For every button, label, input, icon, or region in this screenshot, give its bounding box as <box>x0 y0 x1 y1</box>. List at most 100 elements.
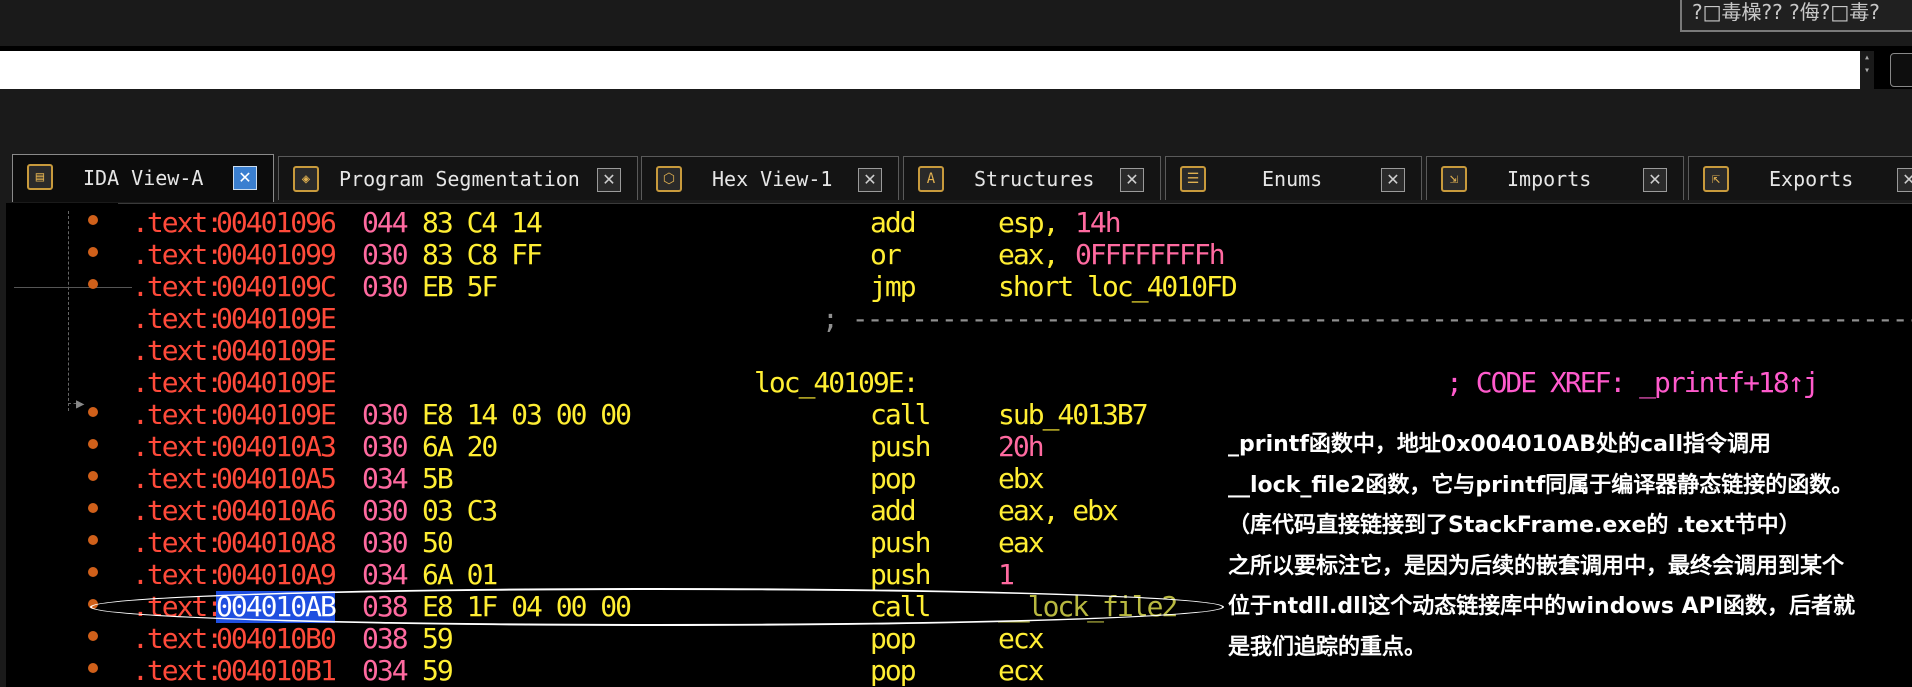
address[interactable]: 0040109E <box>216 399 337 431</box>
breakpoint-dot-icon[interactable] <box>88 215 98 225</box>
segmentation-icon: ◈ <box>293 166 319 192</box>
address[interactable]: 004010A9 <box>216 559 337 591</box>
operands[interactable]: eax, ebx <box>998 495 1119 527</box>
address[interactable]: 004010A6 <box>216 495 337 527</box>
library-function[interactable]: __lock_file2 <box>998 591 1178 623</box>
breakpoint-dot-icon[interactable] <box>88 503 98 513</box>
close-icon[interactable]: ✕ <box>1643 168 1667 192</box>
opcode-bytes: 6A 20 <box>422 430 498 463</box>
operands[interactable]: ecx <box>998 623 1045 655</box>
opcode-bytes: 6A 01 <box>422 558 498 591</box>
segment-name: .text: <box>132 366 223 399</box>
segment-name: .text: <box>132 302 223 335</box>
operands[interactable]: sub_4013B7 <box>998 399 1149 431</box>
opcode-bytes: 83 C8 FF <box>422 238 543 271</box>
stack-pointer: 038 <box>362 590 409 623</box>
listing-row[interactable]: .text: 0040109C 030 EB 5F jmp short loc_4010F… <box>118 271 1912 303</box>
immediate-value: 1 <box>998 558 1015 591</box>
opcode-bytes: EB 5F <box>422 270 498 303</box>
top-strip: ?□毒橾?? ?侮?□毒? <box>0 0 1912 46</box>
close-icon[interactable]: ✕ <box>1381 168 1405 192</box>
tab-label: Structures <box>974 167 1095 191</box>
address[interactable]: 004010B0 <box>216 623 337 655</box>
breakpoint-dot-icon[interactable] <box>88 279 98 289</box>
address[interactable]: 004010A5 <box>216 463 337 495</box>
segment-name: .text: <box>132 654 223 687</box>
mnemonic: push <box>870 558 931 591</box>
tab-ida-view-a[interactable]: ▤ IDA View-A ✕ <box>12 154 274 202</box>
close-icon[interactable]: ✕ <box>1120 168 1144 192</box>
opcode-bytes: 5B <box>422 462 454 495</box>
operands[interactable]: esp, <box>998 207 1072 239</box>
breakpoint-dot-icon[interactable] <box>88 247 98 257</box>
annotation-line: 位于ntdll.dll这个动态链接库中的windows API函数，后者就 <box>1228 594 1856 619</box>
tab-label: Program Segmentation <box>339 167 580 191</box>
annotation-line: 之所以要标注它，是因为后续的嵌套调用中，最终会调用到某个 <box>1228 553 1845 579</box>
address[interactable]: 0040109E <box>216 303 337 335</box>
listing-row[interactable]: .text: 0040109E ; ------------------------… <box>118 303 1912 335</box>
tab-imports[interactable]: ⇲ Imports ✕ <box>1426 156 1684 200</box>
address[interactable]: 0040109C <box>216 271 337 303</box>
tab-program-segmentation[interactable]: ◈ Program Segmentation ✕ <box>278 156 638 200</box>
listing-row[interactable]: .text: 00401099 030 83 C8 FF or eax, 0FFFFFFF… <box>118 239 1912 271</box>
address[interactable]: 00401099 <box>216 239 337 271</box>
address[interactable]: 00401096 <box>216 207 337 239</box>
address[interactable]: 004010B1 <box>216 655 337 687</box>
listing-row[interactable]: .text: 0040109E loc_40109E: ; CODE XREF: _p… <box>118 367 1912 399</box>
tab-exports[interactable]: ⇱ Exports ✕ <box>1688 156 1912 200</box>
segment-name: .text: <box>132 494 223 527</box>
operands[interactable]: short loc_4010FD <box>998 271 1238 303</box>
breakpoint-dot-icon[interactable] <box>88 567 98 577</box>
breakpoint-dot-icon[interactable] <box>88 535 98 545</box>
command-dropdown-button[interactable] <box>1890 53 1912 87</box>
exports-icon: ⇱ <box>1703 166 1729 192</box>
segment-name: .text: <box>132 430 223 463</box>
opcode-bytes: 50 <box>422 526 454 559</box>
close-icon[interactable]: ✕ <box>858 168 882 192</box>
gutter-scrollbar[interactable] <box>0 203 6 687</box>
stack-pointer: 030 <box>362 238 409 271</box>
breakpoint-dot-icon[interactable] <box>88 631 98 641</box>
opcode-bytes: 59 <box>422 654 454 687</box>
operands[interactable]: eax <box>998 527 1045 559</box>
stack-pointer: 030 <box>362 430 409 463</box>
segment-name: .text: <box>132 590 223 623</box>
address[interactable]: 0040109E <box>216 335 337 367</box>
operands[interactable]: ebx <box>998 463 1045 495</box>
address[interactable]: 004010A8 <box>216 527 337 559</box>
segment-name: .text: <box>132 622 223 655</box>
breakpoint-dot-icon[interactable] <box>88 663 98 673</box>
listing-row[interactable]: .text: 00401096 044 83 C4 14 add esp, 14h <box>118 207 1912 239</box>
mnemonic: push <box>870 526 931 559</box>
stack-pointer: 038 <box>362 622 409 655</box>
breakpoint-dot-icon[interactable] <box>88 599 98 609</box>
tab-hex-view-1[interactable]: ⬡ Hex View-1 ✕ <box>641 156 899 200</box>
segment-name: .text: <box>132 558 223 591</box>
annotation-line: _printf函数中，地址0x004010AB处的call指令调用 <box>1228 432 1771 457</box>
segment-name: .text: <box>132 334 223 367</box>
mnemonic: pop <box>870 654 917 687</box>
close-icon[interactable]: ✕ <box>1897 168 1912 192</box>
close-icon[interactable]: ✕ <box>233 166 257 190</box>
listing-row[interactable]: .text: 0040109E <box>118 335 1912 367</box>
command-spin-icon[interactable]: ▴ ▾ <box>1860 51 1874 89</box>
opcode-bytes: 03 C3 <box>422 494 498 527</box>
tab-enums[interactable]: ☰ Enums ✕ <box>1165 156 1422 200</box>
segment-name: .text: <box>132 526 223 559</box>
address[interactable]: 004010A3 <box>216 431 337 463</box>
tab-structures[interactable]: A Structures ✕ <box>903 156 1161 200</box>
breakpoint-dot-icon[interactable] <box>88 471 98 481</box>
address[interactable]: 004010AB <box>216 591 337 623</box>
operands[interactable]: ecx <box>998 655 1045 687</box>
jump-arrow-line <box>68 211 69 411</box>
operands[interactable]: eax, <box>998 239 1072 271</box>
ida-view-icon: ▤ <box>27 164 53 190</box>
close-icon[interactable]: ✕ <box>597 168 621 192</box>
tab-label: Exports <box>1769 167 1854 191</box>
listing-gutter: ▶ <box>0 203 132 687</box>
gutter-divider <box>14 287 132 288</box>
command-input[interactable] <box>0 51 1860 89</box>
address[interactable]: 0040109E <box>216 367 337 399</box>
breakpoint-dot-icon[interactable] <box>88 439 98 449</box>
breakpoint-dot-icon[interactable] <box>88 407 98 417</box>
